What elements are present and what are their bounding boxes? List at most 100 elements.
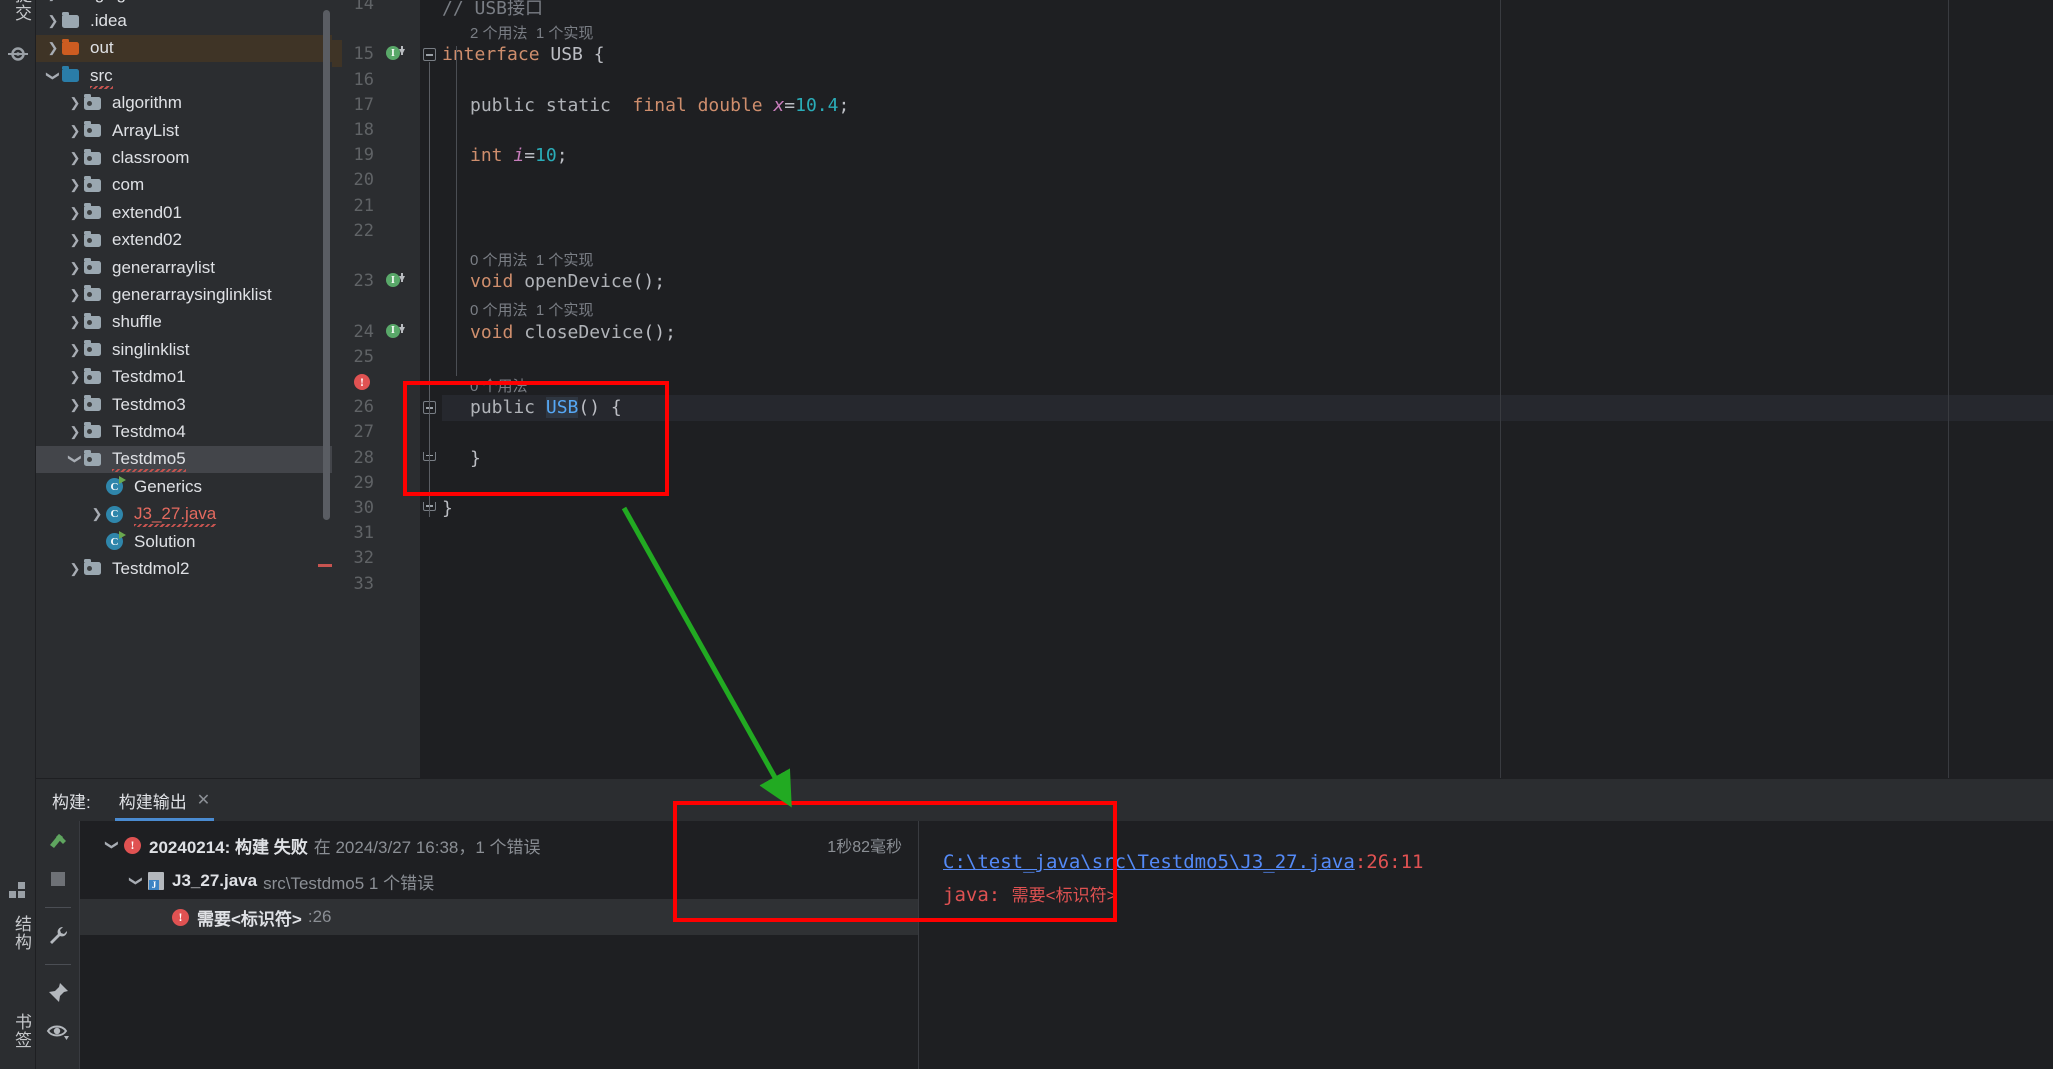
tree-item-arraylist[interactable]: ❯ ArrayList [36, 117, 332, 144]
chevron-right-icon[interactable]: ❯ [66, 342, 84, 358]
rail-item-bookmarks[interactable]: 书签 [9, 1013, 34, 1049]
structure-icon[interactable] [8, 880, 28, 900]
line-number: 23 [353, 271, 374, 292]
tree-item-testdmo5[interactable]: ❯ Testdmo5 [36, 445, 332, 474]
folder-icon [62, 11, 84, 28]
code-line[interactable]: public static final double x=10.4; [470, 95, 849, 116]
tree-item-j3-27-java[interactable]: ❯ C J3_27.java [36, 500, 332, 528]
tree-item-testdmol2[interactable]: ❯ Testdmol2 [36, 555, 332, 582]
tree-item-algorithm[interactable]: ❯ algorithm [36, 90, 332, 117]
commit-icon[interactable] [8, 44, 28, 64]
rail-item-structure[interactable]: 结构 [9, 915, 34, 951]
code-line[interactable]: void openDevice(); [470, 271, 665, 292]
tree-item--idea[interactable]: ❯ .idea [36, 7, 332, 34]
tree-item-out[interactable]: ❯ out [36, 34, 332, 63]
line-number: 31 [353, 523, 374, 544]
chevron-right-icon[interactable]: ❯ [66, 150, 84, 166]
fold-region-line [429, 62, 430, 517]
tree-item-classroom[interactable]: ❯ classroom [36, 144, 332, 171]
chevron-down-icon[interactable]: ❯ [45, 67, 61, 85]
inlay-usage-hint[interactable]: 0 个用法 1 个实现 [470, 249, 593, 270]
chevron-right-icon[interactable]: ❯ [66, 123, 84, 139]
tree-item-extend02[interactable]: ❯ extend02 [36, 227, 332, 254]
code-line[interactable]: void closeDevice(); [470, 322, 676, 343]
tab-build-output[interactable]: 构建输出 ✕ [114, 779, 215, 821]
chevron-right-icon[interactable]: ❯ [66, 397, 84, 413]
console-file-link[interactable]: C:\test_java\src\Testdmo5\J3_27.java [943, 851, 1355, 873]
inlay-usage-hint[interactable]: 2 个用法 1 个实现 [470, 22, 593, 43]
folder-package-icon [84, 93, 106, 110]
tree-item-shuffle[interactable]: ❯ shuffle [36, 309, 332, 336]
tree-item-generarraylist[interactable]: ❯ generarraylist [36, 254, 332, 281]
tree-item-generics[interactable]: ❯CGenerics [36, 473, 332, 500]
tree-item-label: generarraylist [112, 257, 215, 277]
code-line[interactable]: // USB接口 [442, 0, 543, 20]
tree-item-extend01[interactable]: ❯ extend01 [36, 199, 332, 226]
settings-wrench-icon[interactable] [46, 924, 70, 948]
stop-icon[interactable] [46, 867, 70, 891]
editor-fold-column[interactable] [420, 0, 442, 778]
tree-item-com[interactable]: ❯ com [36, 172, 332, 199]
tree-item-testdmo4[interactable]: ❯ Testdmo4 [36, 418, 332, 445]
pin-icon[interactable] [46, 981, 70, 1005]
gutter-error-icon[interactable]: ! [354, 374, 376, 396]
build-result-row[interactable]: ❯! 20240214: 构建 失败在 2024/3/27 16:38，1 个错误 [80, 827, 918, 863]
chevron-right-icon[interactable]: ❯ [44, 40, 62, 56]
code-line[interactable]: interface USB { [442, 44, 605, 65]
code-line[interactable]: } [442, 498, 453, 519]
build-results-tree[interactable]: ❯! 20240214: 构建 失败在 2024/3/27 16:38，1 个错误… [80, 821, 918, 1069]
gutter-implemented-icon[interactable]: I [386, 273, 408, 295]
code-editor[interactable]: 14 15 I 16 17 18 19 20 21 22 23 I 24 I 25 26 27 28 29 30 31 3… [332, 0, 2053, 778]
tree-item-generarraysinglinklist[interactable]: ❯ generarraysinglinklist [36, 281, 332, 308]
code-line[interactable]: } [470, 448, 481, 469]
chevron-down-icon[interactable]: ❯ [67, 450, 83, 468]
chevron-right-icon[interactable]: ❯ [66, 95, 84, 111]
gutter-implemented-icon[interactable]: I [386, 46, 408, 68]
tree-item-testdmo3[interactable]: ❯ Testdmo3 [36, 391, 332, 418]
tree-item-solution[interactable]: ❯CSolution [36, 528, 332, 555]
error-stripe-marker [318, 564, 332, 567]
chevron-right-icon[interactable]: ❯ [66, 287, 84, 303]
chevron-down-icon[interactable]: ❯ [104, 833, 120, 857]
code-token: { [582, 44, 605, 66]
chevron-right-icon[interactable]: ❯ [88, 506, 106, 522]
code-line[interactable]: int i=10; [470, 145, 568, 166]
chevron-right-icon[interactable]: ❯ [66, 205, 84, 221]
console-file-position: :26:11 [1354, 851, 1424, 873]
tree-item-singlinklist[interactable]: ❯ singlinklist [36, 336, 332, 363]
close-icon[interactable]: ✕ [197, 790, 210, 810]
rail-item-commit[interactable]: 提交 [9, 0, 34, 22]
build-result-row[interactable]: ! 需要<标识符>:26 [80, 899, 918, 935]
project-tree-scrollbar[interactable] [323, 10, 330, 520]
code-line[interactable]: public USB() { [470, 397, 622, 419]
build-console-output[interactable]: C:\test_java\src\Testdmo5\J3_27.java:26:… [918, 821, 2053, 1069]
tree-item--gitignore[interactable]: ❯ .gitignore [36, 0, 332, 7]
chevron-right-icon[interactable]: ❯ [66, 232, 84, 248]
chevron-right-icon[interactable]: ❯ [66, 369, 84, 385]
fold-collapse-icon[interactable] [423, 48, 436, 62]
code-token: public static [470, 94, 622, 116]
chevron-right-icon[interactable]: ❯ [66, 177, 84, 193]
chevron-right-icon[interactable]: ❯ [44, 13, 62, 29]
chevron-right-icon[interactable]: ❯ [66, 314, 84, 330]
build-result-row[interactable]: ❯ J3_27.java src\Testdmo5 1 个错误 [80, 863, 918, 899]
eye-filter-icon[interactable] [46, 1019, 70, 1043]
chevron-right-icon[interactable]: ❯ [44, 0, 62, 2]
tree-item-label: extend01 [112, 202, 182, 222]
editor-code-area[interactable]: // USB接口 2 个用法 1 个实现 interface USB { public… [354, 0, 2053, 778]
inlay-usage-hint[interactable]: 0 个用法 1 个实现 [470, 299, 593, 320]
rerun-build-icon[interactable] [46, 829, 70, 853]
chevron-right-icon[interactable]: ❯ [66, 424, 84, 440]
gutter-implemented-icon[interactable]: I [386, 323, 408, 346]
project-tree-panel[interactable]: ❯ .gitignore ❯ .idea ❯ out ❯ src ❯ algorithm ❯ Arra… [36, 0, 332, 778]
chevron-right-icon[interactable]: ❯ [66, 260, 84, 276]
tree-item-label: singlinklist [112, 339, 190, 359]
tree-item-testdmo1[interactable]: ❯ Testdmo1 [36, 363, 332, 390]
tree-item-label: extend02 [112, 230, 182, 250]
tree-item-src[interactable]: ❯ src [36, 62, 332, 89]
build-tool-window[interactable]: 构建: 构建输出 ✕ ❯ ! 20240214: 构建 失败 在 2024/3/… [36, 778, 2053, 1069]
chevron-right-icon[interactable]: ❯ [66, 561, 84, 577]
chevron-down-icon[interactable]: ❯ [128, 869, 144, 893]
inlay-usage-hint[interactable]: 0 个用法 [470, 375, 528, 396]
tree-item-label: com [112, 175, 145, 195]
